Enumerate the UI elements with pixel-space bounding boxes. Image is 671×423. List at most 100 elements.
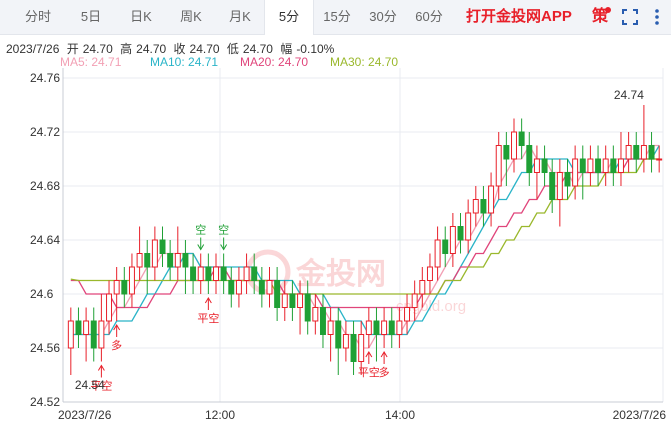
candle-body <box>556 172 563 200</box>
candle-body <box>342 334 349 349</box>
candle-body <box>404 307 411 322</box>
candle-body <box>549 172 556 200</box>
candle-body <box>541 158 548 173</box>
candle-body <box>289 293 296 308</box>
candle-body <box>610 158 617 173</box>
candle-body <box>587 158 594 173</box>
y-tick-label: 24.68 <box>30 179 60 193</box>
candle-body <box>625 145 632 160</box>
candle-body <box>319 307 326 335</box>
candle-body <box>121 280 128 295</box>
candle-body <box>488 185 495 214</box>
candle-body <box>350 334 357 362</box>
max-price-label: 24.74 <box>614 88 644 102</box>
candle-body <box>434 239 441 268</box>
candle-body <box>98 320 105 349</box>
candle-body <box>449 226 456 254</box>
candle-body <box>243 266 250 281</box>
candle-body <box>381 320 388 335</box>
x-tick-label: 12:00 <box>205 408 235 422</box>
min-price-label: 24.54 <box>75 378 105 392</box>
candle-body <box>495 145 502 187</box>
candle-body <box>151 239 158 268</box>
candle-body <box>83 320 90 335</box>
candle-body <box>136 253 143 268</box>
y-tick-label: 24.52 <box>30 395 60 409</box>
marker-label: 空 <box>195 223 206 237</box>
y-tick-label: 24.76 <box>30 71 60 85</box>
x-tick-label: 14:00 <box>385 408 415 422</box>
candle-body <box>312 307 319 322</box>
candle-body <box>213 266 219 281</box>
candle-body <box>327 320 334 335</box>
candle-body <box>251 266 258 281</box>
candle-body <box>128 266 135 295</box>
candle-body <box>90 320 97 349</box>
candle-body <box>335 320 342 349</box>
candle-body <box>190 266 197 281</box>
candle-body <box>411 293 418 308</box>
candle-body <box>197 266 204 281</box>
candle-body <box>572 158 579 187</box>
axes: 24.52 24.56 24.6 24.64 24.68 24.72 24.76 2023/7… <box>30 68 666 422</box>
candle-body <box>595 158 602 173</box>
x-tick-label: 2023/7/26 <box>58 408 112 422</box>
candle-body <box>144 253 151 268</box>
candle-body <box>579 158 586 173</box>
y-tick-label: 24.56 <box>30 341 60 355</box>
candle-body <box>75 320 82 335</box>
watermark-text: 金投网 <box>295 257 386 291</box>
candle-body <box>159 239 166 254</box>
candle-body <box>297 293 304 308</box>
candle-body <box>358 334 365 362</box>
y-tick-label: 24.6 <box>30 287 54 301</box>
candle-body <box>419 280 426 295</box>
candle-body <box>640 145 647 160</box>
series-line-ma5 <box>70 144 660 349</box>
candle-body <box>174 253 181 268</box>
y-tick-label: 24.72 <box>30 125 60 139</box>
candle-body <box>113 280 120 295</box>
candle-body <box>511 131 517 160</box>
candle-body <box>373 320 380 335</box>
candle-body <box>258 280 265 295</box>
x-tick-label: 2023/7/26 <box>613 408 667 422</box>
candle-body <box>67 320 74 349</box>
y-tick-label: 24.64 <box>30 233 60 247</box>
candle-body <box>480 199 487 214</box>
marker-label: 平空 <box>197 311 219 325</box>
candle-body <box>472 199 479 214</box>
candle-body <box>228 280 235 295</box>
candle-body <box>274 280 281 308</box>
candle-body <box>633 145 640 160</box>
candle-body <box>564 172 571 187</box>
candle-body <box>281 293 288 308</box>
candle-body <box>465 212 472 241</box>
candle-body <box>235 280 242 295</box>
candle-body <box>533 158 540 173</box>
candle-body <box>442 239 449 254</box>
candle-body <box>503 145 510 160</box>
candle-body <box>648 145 655 160</box>
candle-body <box>182 253 189 268</box>
candle-body <box>457 226 464 241</box>
candle-body <box>617 158 624 173</box>
candle-body <box>220 266 227 281</box>
candle-body <box>106 293 113 322</box>
candle-body <box>205 266 212 281</box>
candle-body <box>656 158 663 161</box>
candle-body <box>426 266 433 281</box>
marker-label: 空 <box>218 223 229 237</box>
marker-label: 多 <box>379 365 390 379</box>
candle-body <box>266 280 273 295</box>
watermark: 金投网 cngold.org <box>245 249 466 315</box>
candle-body <box>526 145 533 173</box>
candlestick-chart: 金投网 cngold.org 平空多空 空平空平空多 24.5224.5624.6… <box>30 68 666 422</box>
candle-body <box>518 131 525 146</box>
ma-lines <box>70 144 660 349</box>
candle-body <box>396 320 403 335</box>
candle-body <box>167 253 174 268</box>
marker-label: 平空 <box>358 365 380 379</box>
candle-body <box>365 320 372 335</box>
candle-body <box>304 293 311 322</box>
